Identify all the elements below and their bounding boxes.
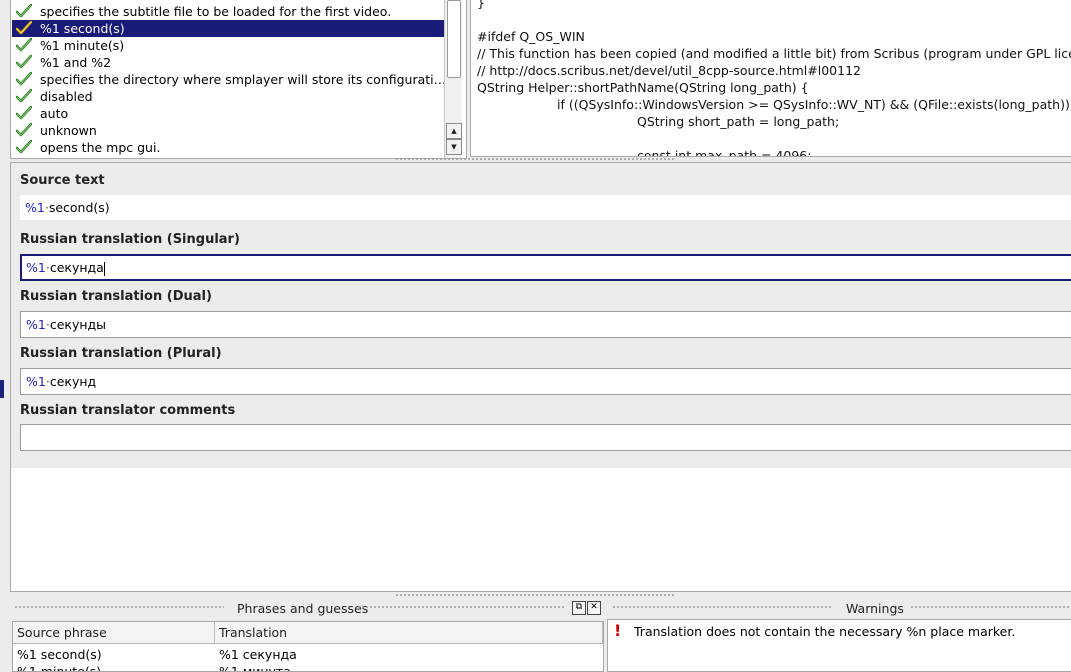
code-line: // This function has been copied (and mo… — [477, 46, 1071, 61]
string-list-item[interactable]: %1 second(s) — [12, 20, 448, 37]
translation-text: секунда — [49, 260, 104, 275]
placeholder-marker: %1 — [26, 374, 46, 389]
check-done-icon — [15, 3, 33, 18]
arrow-up-icon: ▲ — [451, 127, 457, 135]
string-text: %1 second(s) — [40, 21, 125, 36]
source-text-label: Source text — [20, 173, 105, 188]
code-line: const int max_path = 4096; — [637, 148, 812, 157]
code-line: QString short_path = long_path; — [637, 114, 840, 129]
string-text: specifies the subtitle file to be loaded… — [40, 4, 392, 19]
list-scroll-thumb[interactable] — [447, 0, 461, 78]
table-header[interactable]: Source phrase — [13, 622, 215, 644]
check-done-icon — [15, 139, 33, 154]
string-list-item[interactable]: opens the mpc gui. — [12, 139, 448, 156]
translation-field[interactable]: %1·секунда — [20, 254, 1071, 281]
source-code-viewer[interactable]: } #ifdef Q_OS_WIN // This function has bee… — [470, 0, 1071, 157]
source-text-value: %1·second(s) — [20, 195, 1071, 220]
string-text: specifies the directory where smplayer w… — [40, 72, 448, 87]
code-line: // http://docs.scribus.net/devel/util_8c… — [477, 63, 861, 78]
string-text: disabled — [40, 89, 93, 104]
string-text: %1 minute(s) — [40, 38, 125, 53]
scroll-down-button[interactable]: ▼ — [446, 139, 462, 155]
string-list-item[interactable]: auto — [12, 105, 448, 122]
string-list-item[interactable]: unknown — [12, 122, 448, 139]
check-done-icon — [15, 54, 33, 69]
string-list-item[interactable]: %1 minute(s) — [12, 37, 448, 54]
table-cell[interactable]: %1 second(s) — [13, 646, 215, 663]
source-text-rest: second(s) — [48, 200, 110, 215]
check-done-icon — [15, 71, 33, 86]
warnings-grip-right[interactable] — [910, 605, 1071, 609]
float-dock-button[interactable]: ⧉ — [572, 601, 586, 615]
warnings-list: ! Translation does not contain the necess… — [607, 619, 1071, 672]
comments-field[interactable] — [20, 424, 1071, 451]
placeholder-marker: %1 — [25, 200, 45, 215]
table-cell[interactable]: %1 минута — [215, 663, 603, 671]
code-line: } — [477, 0, 485, 10]
warning-icon: ! — [614, 621, 622, 640]
check-done-icon — [15, 88, 33, 103]
splitter-grip[interactable] — [395, 157, 675, 161]
code-line: #ifdef Q_OS_WIN — [477, 29, 585, 44]
table-cell[interactable]: %1 секунда — [215, 646, 603, 663]
table-cell[interactable]: %1 minute(s) — [13, 663, 215, 671]
code-line: QString Helper::shortPathName(QString lo… — [477, 80, 809, 95]
check-done-icon — [15, 122, 33, 137]
comments-label: Russian translator comments — [20, 403, 236, 418]
strings-list[interactable]: specifies the subtitle file to be loaded… — [10, 0, 467, 159]
close-dock-button[interactable]: ✕ — [587, 601, 601, 615]
warnings-grip-left[interactable] — [612, 605, 832, 609]
string-list-item[interactable]: %1 and %2 — [12, 54, 448, 71]
string-text: auto — [40, 106, 69, 121]
string-list-item[interactable]: specifies the subtitle file to be loaded… — [12, 3, 448, 20]
string-list-item[interactable]: specifies the directory where smplayer w… — [12, 71, 448, 88]
table-header[interactable]: Translation — [215, 622, 603, 644]
translation-label: Russian translation (Singular) — [20, 232, 240, 247]
code-line: if ((QSysInfo::WindowsVersion >= QSysInf… — [557, 97, 1071, 112]
check-done-icon — [15, 37, 33, 52]
placeholder-marker: %1 — [26, 317, 46, 332]
close-icon: ✕ — [590, 602, 598, 612]
dock-grip-left[interactable] — [14, 605, 224, 609]
translation-field[interactable]: %1·секунд — [20, 368, 1071, 395]
splitter-grip-lower[interactable] — [395, 593, 675, 597]
check-done-icon — [15, 105, 33, 120]
string-text: unknown — [40, 123, 97, 138]
text-caret — [103, 261, 105, 276]
translation-field[interactable]: %1·секунды — [20, 311, 1071, 338]
warnings-dock-title: Warnings — [846, 601, 904, 616]
warning-text: Translation does not contain the necessa… — [634, 624, 1016, 639]
dock-grip-right[interactable] — [357, 605, 565, 609]
string-list-item[interactable]: disabled — [12, 88, 448, 105]
translation-text: секунды — [49, 317, 107, 332]
left-edge — [0, 0, 10, 670]
phrases-dock-title: Phrases and guesses — [237, 601, 369, 616]
check-unfinished-icon — [15, 20, 33, 35]
arrow-down-icon: ▼ — [451, 143, 457, 151]
warning-item: ! Translation does not contain the necess… — [614, 622, 1015, 640]
placeholder-marker: %1 — [26, 260, 46, 275]
float-icon: ⧉ — [575, 602, 583, 612]
scroll-up-button[interactable]: ▲ — [446, 123, 462, 139]
translation-label: Russian translation (Dual) — [20, 289, 212, 304]
translation-text: секунд — [49, 374, 97, 389]
string-text: %1 and %2 — [40, 55, 112, 70]
phrases-table[interactable]: Source phrase Translation %1 second(s) %1 с… — [12, 621, 604, 672]
string-text: opens the mpc gui. — [40, 140, 161, 155]
translation-label: Russian translation (Plural) — [20, 346, 222, 361]
left-edge-marker — [0, 380, 4, 398]
